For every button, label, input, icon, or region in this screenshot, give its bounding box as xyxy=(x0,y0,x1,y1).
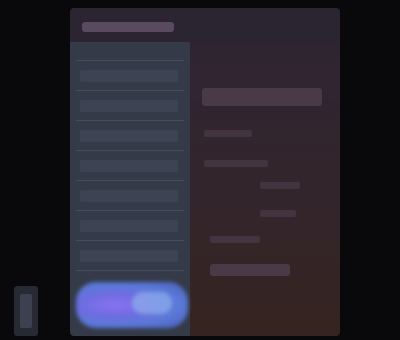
list-item[interactable] xyxy=(80,100,178,112)
detail-pane xyxy=(190,42,340,336)
detail-text xyxy=(204,160,268,167)
divider xyxy=(76,270,184,271)
window-header xyxy=(70,8,340,42)
divider xyxy=(76,150,184,151)
detail-text xyxy=(204,130,252,137)
divider xyxy=(76,120,184,121)
window-title xyxy=(82,22,174,32)
detail-text xyxy=(260,210,296,217)
list-item[interactable] xyxy=(80,190,178,202)
divider xyxy=(76,180,184,181)
list-item[interactable] xyxy=(80,220,178,232)
list-item[interactable] xyxy=(80,70,178,82)
divider xyxy=(76,210,184,211)
divider xyxy=(76,60,184,61)
list-item[interactable] xyxy=(80,160,178,172)
list-item[interactable] xyxy=(80,130,178,142)
button-highlight xyxy=(132,292,172,314)
divider xyxy=(76,240,184,241)
screen xyxy=(0,0,400,340)
detail-text xyxy=(260,182,300,189)
detail-heading xyxy=(202,88,322,106)
detail-field[interactable] xyxy=(210,264,290,276)
scrollbar-handle-icon[interactable] xyxy=(14,286,38,336)
divider xyxy=(76,90,184,91)
list-item[interactable] xyxy=(80,250,178,262)
scrollbar-thumb[interactable] xyxy=(20,294,32,328)
detail-text xyxy=(210,236,260,243)
primary-action-button[interactable] xyxy=(76,282,188,328)
